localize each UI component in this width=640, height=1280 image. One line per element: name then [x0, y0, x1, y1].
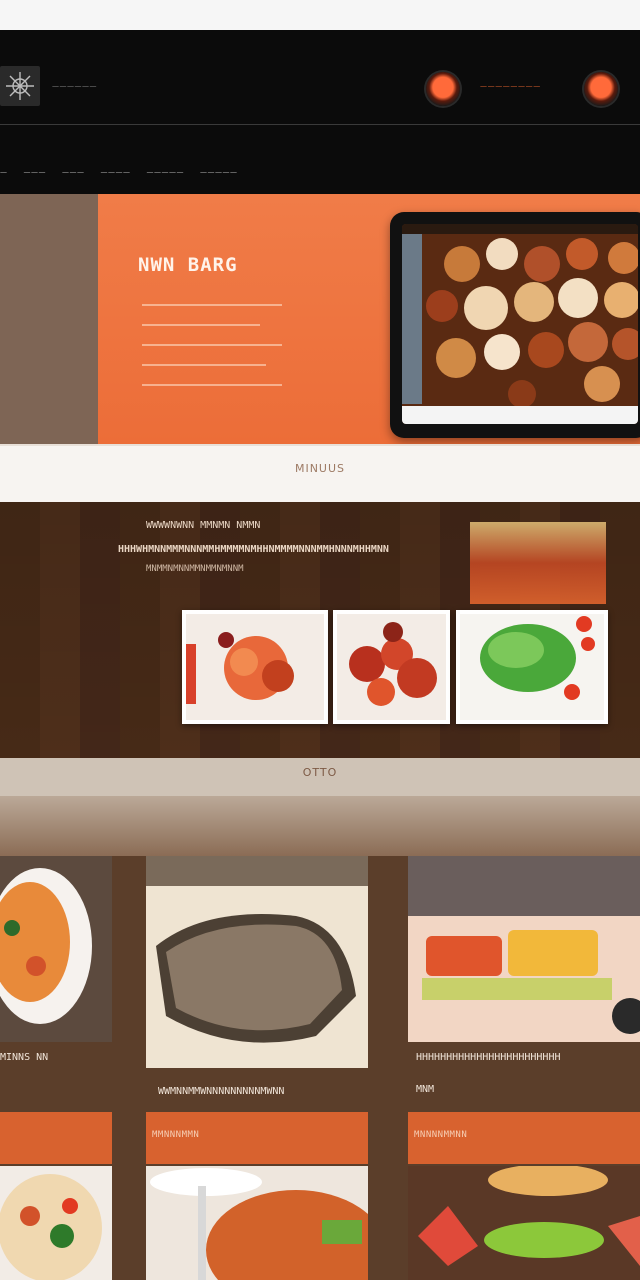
menu-heading: OTTO	[302, 766, 338, 779]
browser-top-strip	[0, 0, 640, 30]
dish-photo-1	[186, 614, 324, 720]
hero-tablet-image	[390, 212, 640, 438]
section-heading: MINUUS	[294, 462, 346, 475]
featured-title: HHHWHMNNMMMNNNMMHMMMMNMHHNMMMMNNNMMHNNNM…	[118, 544, 389, 555]
account-icon[interactable]	[584, 72, 618, 106]
menu-caption-1: MINNS NN	[0, 1052, 49, 1063]
cart-icon[interactable]	[426, 72, 460, 106]
menu-action-bar-2[interactable]: MMNNNMMN	[146, 1112, 368, 1164]
nav-item-2[interactable]: ———	[24, 168, 47, 176]
menu-tile-4[interactable]	[0, 1166, 112, 1280]
menu-photo-4	[0, 1166, 112, 1280]
site-logo[interactable]	[0, 66, 40, 106]
menu-photo-3	[408, 856, 640, 1042]
menu-caption-3: HHHHHHHHHHHHHHHHHHHHHHHH	[416, 1052, 561, 1063]
page: —————— ———————— — ——— ——— ———— ————— ———…	[0, 0, 640, 1280]
header-reservation-link[interactable]: ————————	[480, 82, 541, 90]
menu-action-bar-1[interactable]	[0, 1112, 112, 1164]
menu-action-bar-3[interactable]: MNNNNMMNN	[408, 1112, 640, 1164]
nav-item-5[interactable]: —————	[147, 168, 185, 176]
dish-card-1[interactable]	[182, 610, 328, 724]
menu-tile-3[interactable]	[408, 856, 640, 1042]
tablet-bottom-bar	[402, 406, 638, 424]
hero-text-line	[142, 324, 260, 326]
dish-card-3[interactable]	[456, 610, 608, 724]
dish-card-2[interactable]	[333, 610, 450, 724]
hero-title: NWN BARG	[138, 254, 238, 276]
dish-photo-3	[460, 614, 604, 720]
nav-item-6[interactable]: —————	[200, 168, 238, 176]
meatballs-photo	[402, 224, 638, 424]
menu-divider-band	[0, 796, 640, 856]
menu-action-label-2: MMNNNMMN	[152, 1130, 200, 1140]
featured-subtitle: MNMMNMNNMMNMMNMNNM	[146, 564, 244, 574]
hero-text-line	[142, 304, 282, 306]
hero-text-line	[142, 364, 266, 366]
menu-caption-2: WWMNNMMWNNNNNNNNNMWNN	[158, 1086, 285, 1097]
brand-tagline: ——————	[52, 82, 97, 90]
header-divider	[0, 124, 640, 125]
menu-grid: MINNS NN WWMNNMMWNNNNNNNNNMWNN HHHHHHHHH…	[0, 856, 640, 1280]
site-header: —————— ———————— — ——— ——— ———— ————— ———…	[0, 30, 640, 194]
featured-dishes-section: WWWWNWNN MMNMN NMMN HHHWHMNNMMMNNNMMHMMM…	[0, 502, 640, 758]
hero-description	[142, 304, 282, 404]
hero-section: NWN BARG	[0, 194, 640, 444]
menu-photo-1	[0, 856, 112, 1042]
nav-item-1[interactable]: —	[0, 168, 8, 176]
tablet-screen	[402, 224, 638, 424]
menu-tile-5[interactable]	[146, 1166, 368, 1280]
menu-caption-3-sub: MNM	[416, 1084, 435, 1095]
menu-photo-5	[146, 1166, 368, 1280]
menu-photo-6	[408, 1166, 640, 1280]
main-nav: — ——— ——— ———— ————— —————	[0, 168, 238, 176]
hero-text-line	[142, 384, 282, 386]
logo-emblem-icon	[6, 72, 34, 100]
background-food-strip	[470, 522, 606, 604]
section-heading-band: MINUUS	[0, 444, 640, 502]
menu-tile-1[interactable]	[0, 856, 112, 1042]
menu-photo-2	[146, 856, 368, 1068]
dish-photo-2	[337, 614, 446, 720]
menu-heading-band: OTTO	[0, 758, 640, 796]
featured-heading: WWWWNWNN MMNMN NMMN	[146, 520, 261, 531]
nav-item-3[interactable]: ———	[62, 168, 85, 176]
hero-text-line	[142, 344, 282, 346]
menu-action-label-3: MNNNNMMNN	[414, 1130, 468, 1140]
menu-tile-2[interactable]	[146, 856, 368, 1068]
menu-tile-6[interactable]	[408, 1166, 640, 1280]
nav-item-4[interactable]: ————	[101, 168, 131, 176]
